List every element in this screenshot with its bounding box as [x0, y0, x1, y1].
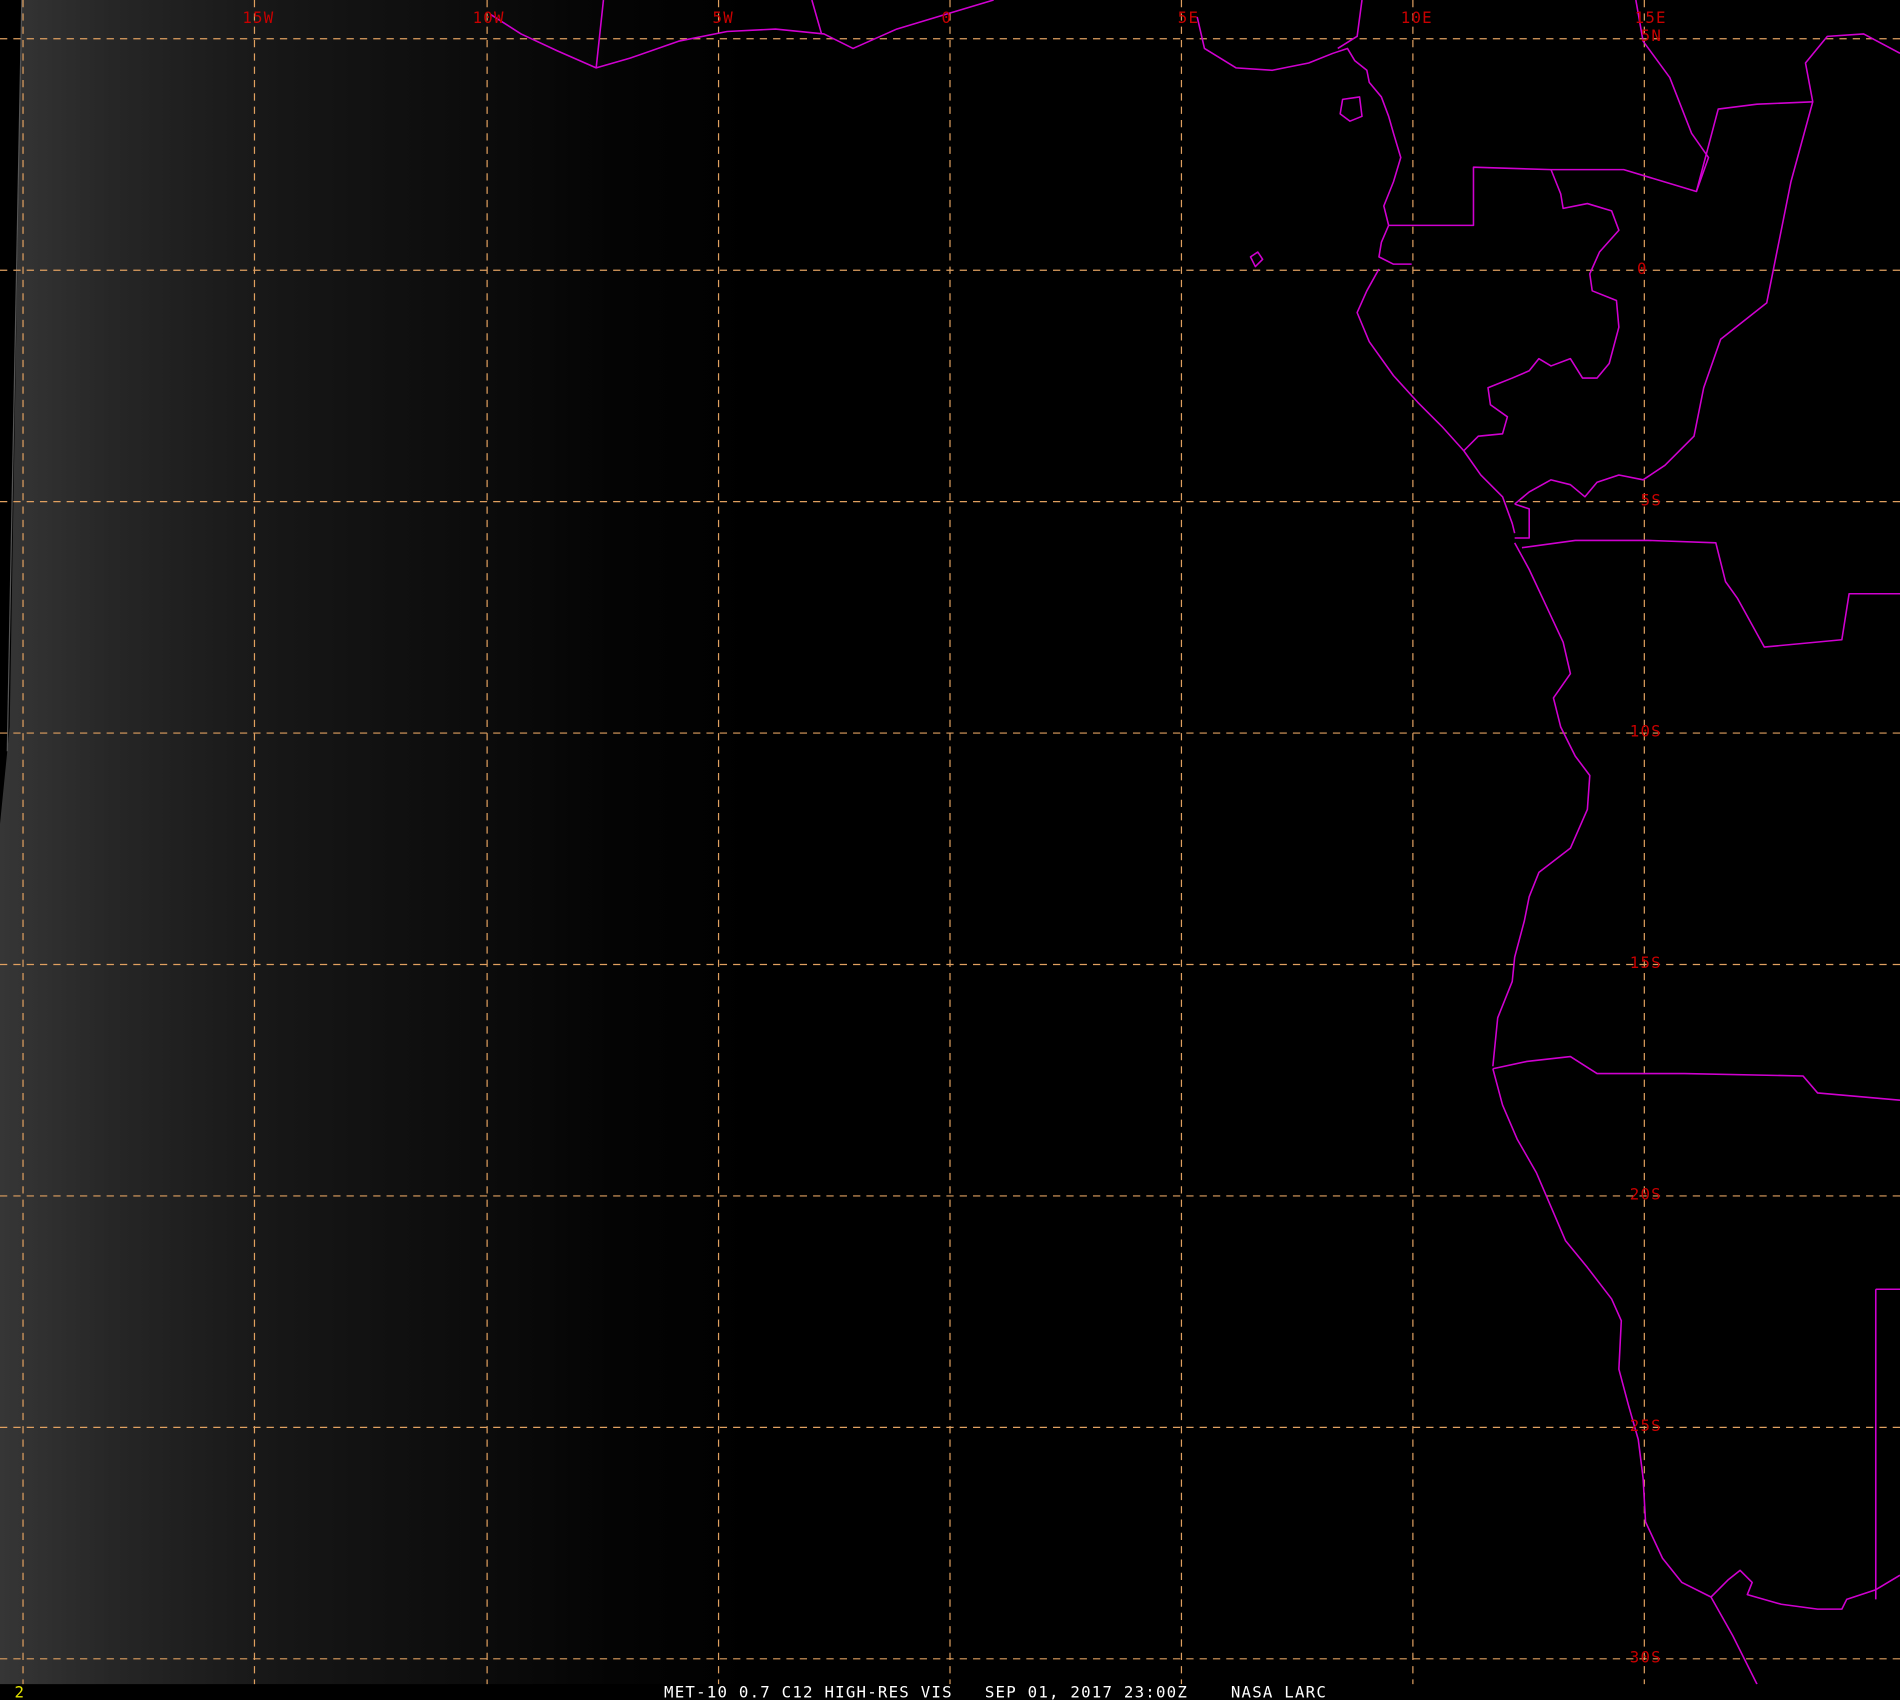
lat-label-25s: 25S	[1630, 1416, 1662, 1435]
image-caption: MET-10 0.7 C12 HIGH-RES VIS SEP 01, 2017…	[664, 1683, 1327, 1700]
lat-label-0: 0	[1637, 259, 1648, 278]
lon-label-0: 0	[942, 8, 953, 27]
lon-label-5e: 5E	[1178, 8, 1199, 27]
lat-label-5s: 5S	[1641, 490, 1662, 509]
lon-label-5w: 5W	[713, 8, 734, 27]
satellite-map: 15W 10W 5W 0 5E 10E 15E 5N 0 5S 10S 15S …	[0, 0, 1900, 1700]
lat-label-10s: 10S	[1630, 722, 1662, 741]
lat-label-20s: 20S	[1630, 1185, 1662, 1204]
daylight-glow	[0, 0, 946, 1685]
lat-label-30s: 30S	[1630, 1647, 1662, 1666]
lat-label-15s: 15S	[1630, 953, 1662, 972]
lon-label-15e: 15E	[1635, 8, 1667, 27]
frame-number: 2	[15, 1683, 24, 1700]
lon-label-10e: 10E	[1401, 8, 1433, 27]
lat-label-5n: 5N	[1641, 26, 1662, 45]
lon-label-10w: 10W	[473, 8, 505, 27]
lon-label-15w: 15W	[242, 8, 274, 27]
